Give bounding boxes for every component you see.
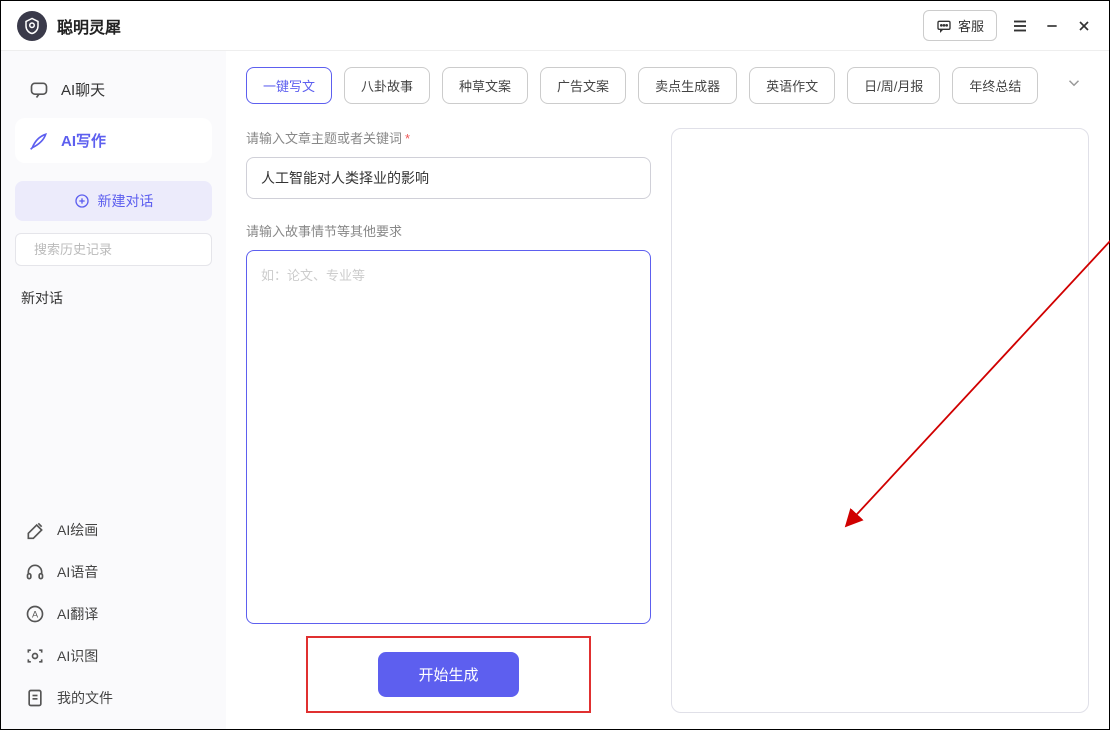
generate-highlight-box: 开始生成 [306, 636, 590, 713]
app-logo-icon [17, 11, 47, 41]
output-panel [671, 128, 1089, 713]
sidebar-mode-label: AI聊天 [61, 79, 105, 100]
template-chip-grass[interactable]: 种草文案 [442, 67, 528, 104]
search-box[interactable] [15, 233, 212, 266]
template-chip-onekey[interactable]: 一键写文 [246, 67, 332, 104]
customer-service-button[interactable]: 客服 [923, 10, 997, 41]
tool-label: AI绘画 [57, 520, 98, 540]
header-right: 客服 [923, 10, 1093, 41]
sidebar-tool-my-files[interactable]: 我的文件 [15, 677, 212, 719]
tool-label: AI识图 [57, 646, 98, 666]
generate-button[interactable]: 开始生成 [378, 652, 518, 697]
tool-label: 我的文件 [57, 688, 113, 708]
new-chat-button[interactable]: 新建对话 [15, 181, 212, 221]
template-chip-selling[interactable]: 卖点生成器 [638, 67, 737, 104]
new-chat-label: 新建对话 [98, 191, 154, 211]
close-icon [1076, 18, 1092, 34]
template-chip-report[interactable]: 日/周/月报 [847, 67, 940, 104]
template-chip-english[interactable]: 英语作文 [749, 67, 835, 104]
content-area: 一键写文 八卦故事 种草文案 广告文案 卖点生成器 英语作文 日/周/月报 年终… [226, 51, 1109, 729]
customer-service-label: 客服 [958, 16, 984, 35]
sidebar-tool-drawing[interactable]: AI绘画 [15, 509, 212, 551]
quill-icon [29, 131, 49, 151]
sidebar-mode-writing[interactable]: AI写作 [15, 118, 212, 163]
minimize-button[interactable] [1043, 17, 1061, 35]
sidebar-tool-translate[interactable]: A AI翻译 [15, 593, 212, 635]
sidebar-mode-chat[interactable]: AI聊天 [15, 67, 212, 112]
scan-icon [25, 646, 45, 666]
form-area: 请输入文章主题或者关键词* 请输入故事情节等其他要求 开始生成 [246, 128, 1089, 713]
template-row: 一键写文 八卦故事 种草文案 广告文案 卖点生成器 英语作文 日/周/月报 年终… [246, 67, 1089, 104]
extra-textarea[interactable] [246, 250, 651, 624]
form-left-column: 请输入文章主题或者关键词* 请输入故事情节等其他要求 开始生成 [246, 128, 651, 713]
expand-templates-button[interactable] [1059, 68, 1089, 103]
main-layout: AI聊天 AI写作 新建对话 新对话 AI绘画 AI语音 A AI翻译 [1, 51, 1109, 729]
app-title: 聪明灵犀 [57, 14, 121, 38]
template-chip-summary[interactable]: 年终总结 [952, 67, 1038, 104]
sidebar-tool-voice[interactable]: AI语音 [15, 551, 212, 593]
menu-icon [1011, 17, 1029, 35]
chevron-down-icon [1065, 74, 1083, 92]
topic-label: 请输入文章主题或者关键词* [246, 128, 651, 147]
template-chip-ad[interactable]: 广告文案 [540, 67, 626, 104]
file-icon [25, 688, 45, 708]
translate-icon: A [25, 604, 45, 624]
close-button[interactable] [1075, 17, 1093, 35]
extra-label: 请输入故事情节等其他要求 [246, 221, 651, 240]
sidebar: AI聊天 AI写作 新建对话 新对话 AI绘画 AI语音 A AI翻译 [1, 51, 226, 729]
tool-label: AI语音 [57, 562, 98, 582]
template-chip-gossip[interactable]: 八卦故事 [344, 67, 430, 104]
menu-button[interactable] [1011, 17, 1029, 35]
tool-label: AI翻译 [57, 604, 98, 624]
topic-input[interactable] [246, 157, 651, 199]
svg-text:A: A [32, 609, 39, 619]
sidebar-tool-image-recognition[interactable]: AI识图 [15, 635, 212, 677]
plus-circle-icon [74, 193, 90, 209]
chat-icon [29, 80, 49, 100]
sidebar-mode-label: AI写作 [61, 130, 106, 151]
history-item[interactable]: 新对话 [15, 280, 212, 316]
header-left: 聪明灵犀 [17, 11, 121, 41]
chat-bubble-icon [936, 18, 952, 34]
headphones-icon [25, 562, 45, 582]
search-input[interactable] [34, 242, 210, 257]
minimize-icon [1044, 18, 1060, 34]
app-header: 聪明灵犀 客服 [1, 1, 1109, 51]
brush-icon [25, 520, 45, 540]
